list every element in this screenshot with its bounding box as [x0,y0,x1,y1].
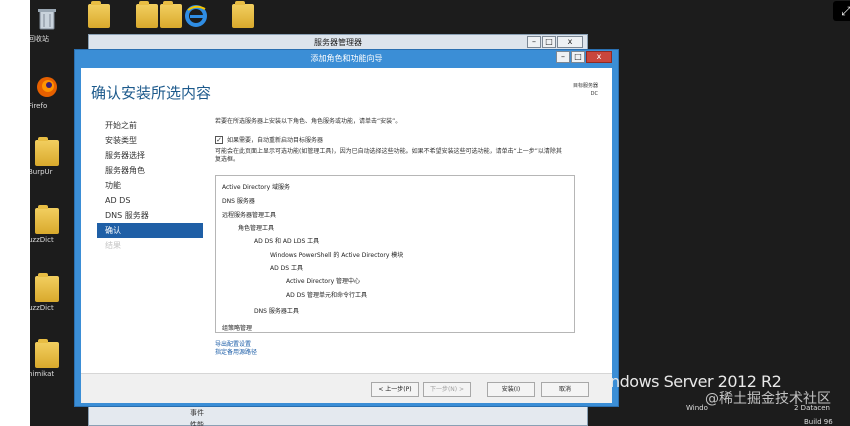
close-button[interactable]: x [557,36,583,48]
desktop-icon-label: 回收站 [30,35,49,43]
server-manager-title: 服务器管理器 [314,38,362,47]
desktop-icon-folder[interactable]: uzzDict [30,205,64,252]
server-manager-item[interactable]: 性能 [190,420,204,426]
folder-icon [35,137,59,166]
desktop-icon-label: uzzDict [30,236,54,244]
close-button[interactable]: x [586,51,612,63]
tray-text: Build 96 [804,418,833,426]
nav-item-ad-ds[interactable]: AD DS [101,193,203,208]
desktop-icon-recycle-bin[interactable]: 回收站 [30,6,64,50]
desktop-icon-label: uzzDict [30,304,54,312]
firefox-icon [35,74,59,100]
nav-item-server-selection[interactable]: 服务器选择 [101,148,203,163]
list-item: AD DS 和 AD LDS 工具 [254,238,320,245]
ie-icon[interactable] [185,4,207,28]
target-server-value: DC [590,91,598,97]
folder-icon[interactable] [88,1,110,28]
alternate-source-link[interactable]: 指定备用源路径 [215,349,257,357]
list-item: 远程服务器管理工具 [222,212,277,219]
nav-item-before-you-begin[interactable]: 开始之前 [101,118,203,133]
optional-features-note: 可能会在此页面上显示可选功能(如管理工具)，因为已自动选择这些功能。如果不希望安… [215,148,562,163]
selection-list[interactable]: Active Directory 域服务 DNS 服务器 远程服务器管理工具 角… [215,175,575,333]
nav-item-results: 结果 [105,241,121,250]
restart-option[interactable]: ✓ 如果需要，自动重新启动目标服务器 [215,135,585,144]
wizard-title: 添加角色和功能向导 [310,54,383,63]
folder-icon [35,205,59,234]
restart-checkbox[interactable]: ✓ [215,135,223,144]
nav-item-features[interactable]: 功能 [101,178,203,193]
confirmation-content: 若要在所选服务器上安装以下角色、角色服务或功能，请单击“安装”。 ✓ 如果需要，… [215,116,585,164]
page-margin [0,0,30,426]
tray-text: Windo [686,404,708,412]
install-button[interactable]: 安装(I) [487,382,535,397]
folder-icon [35,339,59,368]
desktop-icon-label: BurpUr [30,168,53,176]
nav-item-confirmation[interactable]: 确认 [97,223,203,238]
list-item: AD DS 管理单元和命令行工具 [286,292,367,299]
wizard-body: 确认安装所选内容 目标服务器 DC 开始之前 安装类型 服务器选择 服务器角色 … [81,68,612,373]
list-item: 角色管理工具 [238,225,275,232]
list-item: DNS 服务器 [222,198,255,205]
minimize-button[interactable]: – [556,51,570,63]
maximize-button[interactable]: □ [542,36,556,48]
list-item: AD DS 工具 [270,265,303,272]
wizard-footer: < 上一步(P) 下一步(N) > 安装(I) 取消 [81,373,612,403]
list-item: 组策略管理 [222,325,253,332]
wizard-titlebar: 添加角色和功能向导 – □ x [75,50,618,67]
folder-icon[interactable] [232,1,254,28]
target-server: 目标服务器 DC [573,82,598,98]
intro-text: 若要在所选服务器上安装以下角色、角色服务或功能，请单击“安装”。 [215,118,402,125]
nav-item-installation-type[interactable]: 安装类型 [101,133,203,148]
recycle-bin-icon [35,6,59,32]
maximize-button[interactable]: □ [571,51,585,63]
wizard-nav: 开始之前 安装类型 服务器选择 服务器角色 功能 AD DS DNS 服务器 确… [97,118,203,253]
desktop-icon-folder[interactable]: uzzDict [30,273,64,320]
desktop-icon-firefox[interactable]: Firefo [30,74,64,118]
desktop-icon-folder[interactable]: nimikat [30,339,64,386]
target-server-label: 目标服务器 [572,83,598,89]
wizard-links: 导出配置设置 指定备用源路径 [215,341,257,357]
list-item: Active Directory 管理中心 [286,278,361,285]
minimize-button[interactable]: – [527,36,541,48]
desktop-icon-label: nimikat [30,370,55,378]
add-roles-wizard-window: 添加角色和功能向导 – □ x 确认安装所选内容 目标服务器 DC 开始之前 安… [74,49,619,407]
nav-item-server-roles[interactable]: 服务器角色 [101,163,203,178]
restart-checkbox-label: 如果需要，自动重新启动目标服务器 [227,137,324,144]
tray-text: 2 Datacen [794,404,830,412]
page-title: 确认安装所选内容 [91,84,212,102]
previous-button[interactable]: < 上一步(P) [371,382,419,397]
folder-icon[interactable] [136,1,158,28]
export-config-link[interactable]: 导出配置设置 [215,341,257,349]
folder-icon [35,273,59,302]
server-manager-item[interactable]: 事件 [190,408,204,418]
list-item: Active Directory 域服务 [222,184,291,191]
desktop-icon-folder[interactable]: BurpUr [30,137,64,184]
nav-item-dns-server[interactable]: DNS 服务器 [101,208,203,223]
list-item: Windows PowerShell 的 Active Directory 模块 [270,252,404,259]
next-button: 下一步(N) > [423,382,471,397]
cancel-button[interactable]: 取消 [541,382,589,397]
desktop-icon-label: Firefo [30,102,48,110]
folder-icon[interactable] [160,1,182,28]
fullscreen-icon[interactable]: ⤢ [833,1,850,21]
list-item: DNS 服务器工具 [254,308,299,315]
remote-desktop: 回收站 Firefo BurpUr uzzDict uzzDict nimika… [30,0,850,426]
